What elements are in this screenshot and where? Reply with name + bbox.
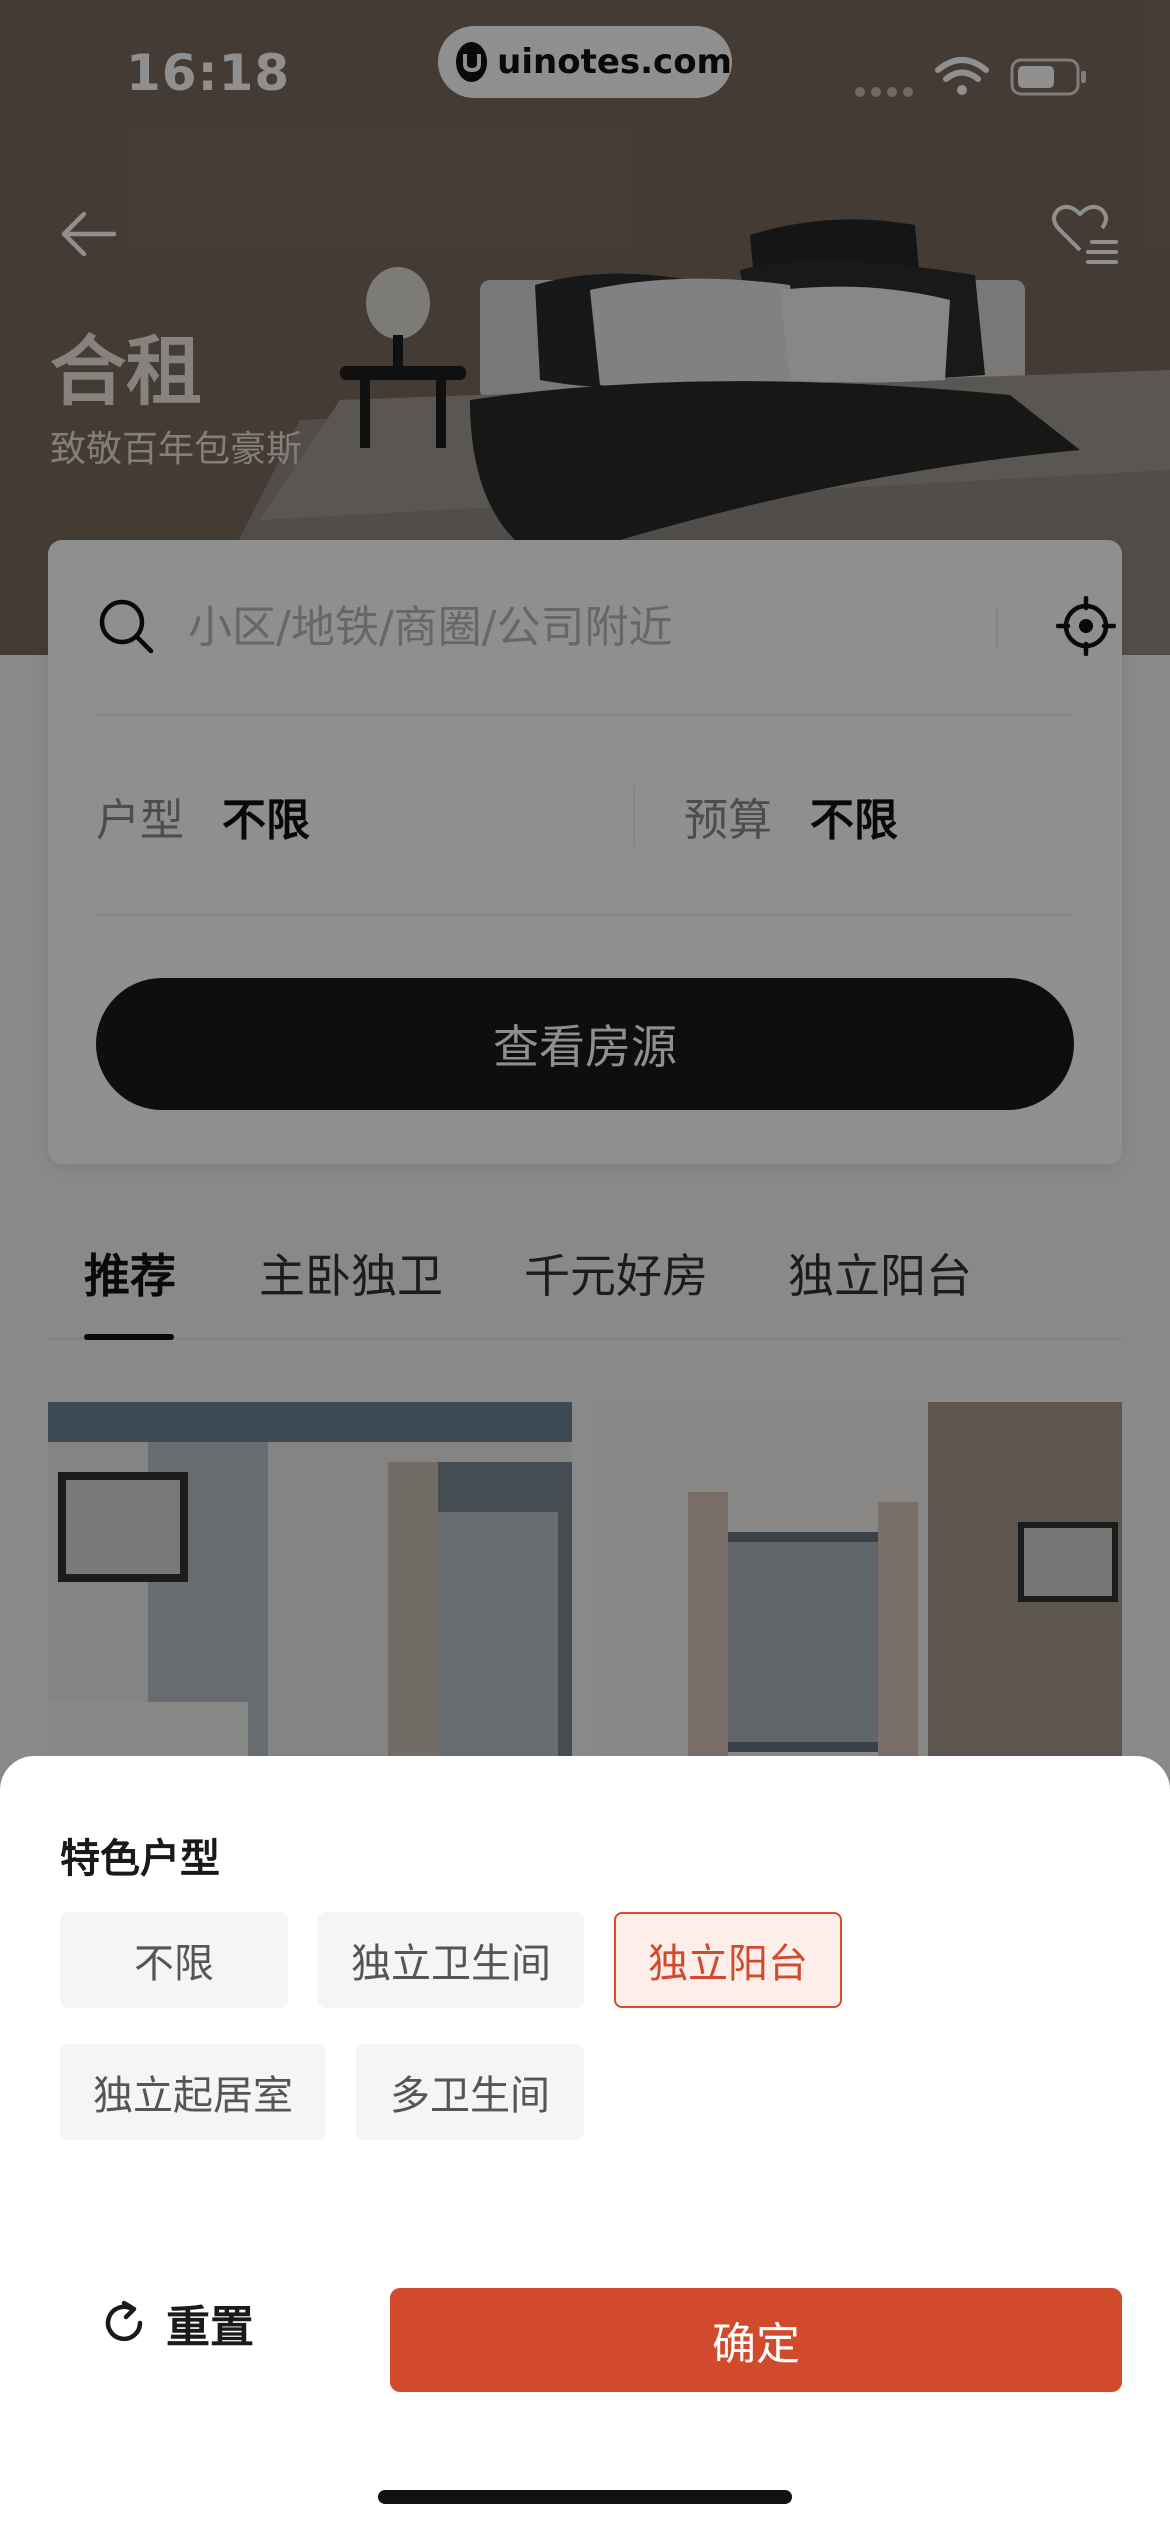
option-private-living-room[interactable]: 独立起居室 bbox=[60, 2044, 326, 2140]
option-private-balcony[interactable]: 独立阳台 bbox=[614, 1912, 842, 2008]
home-indicator bbox=[378, 2490, 792, 2504]
refresh-icon bbox=[105, 2300, 143, 2342]
option-unlimited[interactable]: 不限 bbox=[60, 1912, 288, 2008]
app-screen: 16:18 uinotes.com 合租 致敬百年包豪斯 小区/地铁/商圈/公司… bbox=[0, 0, 1170, 2532]
reset-label: 重置 bbox=[166, 2302, 254, 2353]
reset-button[interactable]: 重置 bbox=[100, 2288, 254, 2358]
filter-bottom-sheet: 特色户型 不限 独立卫生间 独立阳台 独立起居室 多卫生间 重置 确定 bbox=[0, 1756, 1170, 2532]
confirm-button[interactable]: 确定 bbox=[390, 2288, 1122, 2392]
sheet-title: 特色户型 bbox=[60, 1836, 220, 1882]
option-private-bathroom[interactable]: 独立卫生间 bbox=[318, 1912, 584, 2008]
option-multiple-bathrooms[interactable]: 多卫生间 bbox=[356, 2044, 584, 2140]
